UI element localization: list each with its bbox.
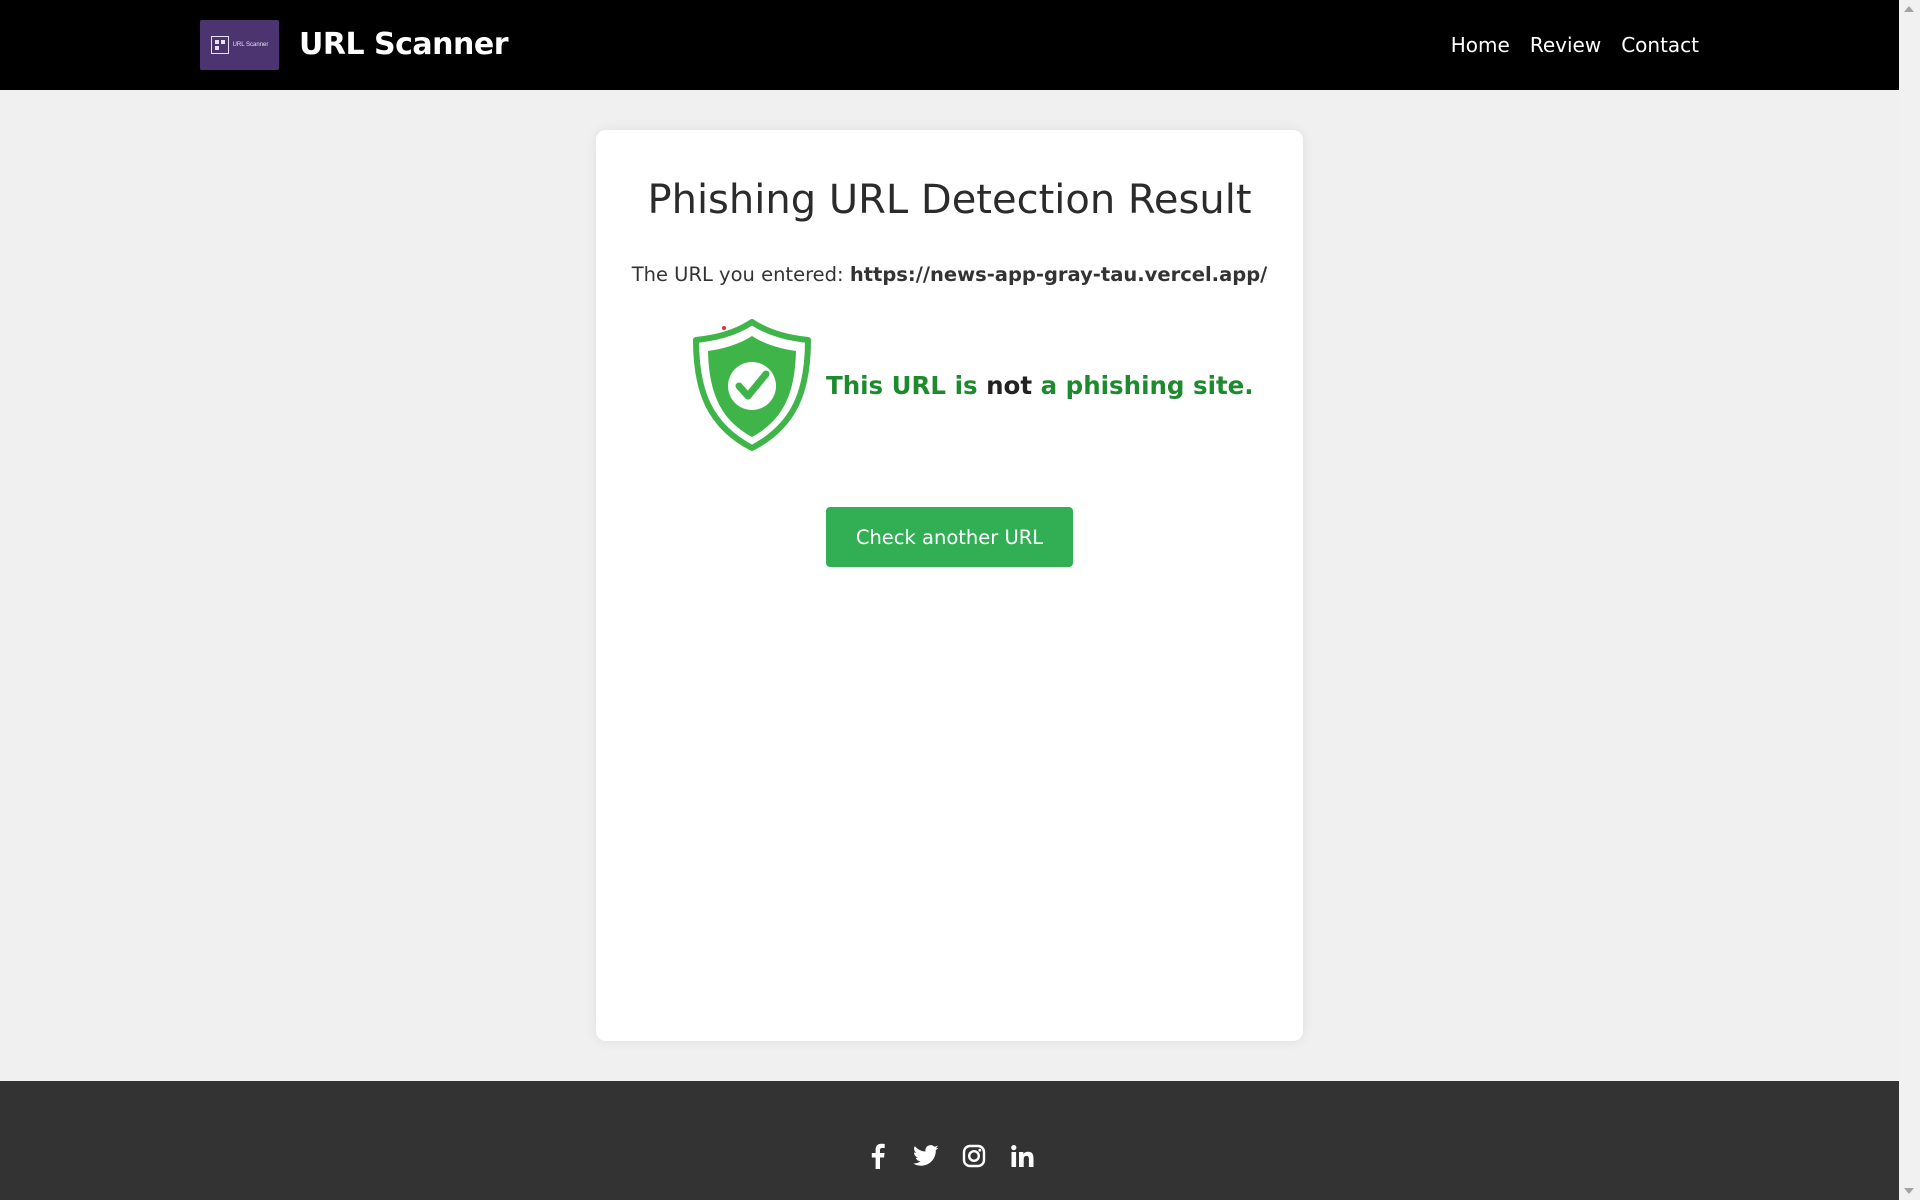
navbar: URL Scanner URL Scanner Home Review Cont… (0, 0, 1899, 90)
nav-link-home[interactable]: Home (1451, 0, 1510, 90)
scroll-up-arrow-icon[interactable] (1904, 6, 1914, 12)
result-message: This URL is not a phishing site. (826, 371, 1254, 400)
facebook-icon[interactable] (865, 1143, 891, 1169)
footer (0, 1081, 1899, 1200)
shield-check-icon (693, 319, 811, 451)
site-logo[interactable]: URL Scanner (200, 20, 279, 70)
social-links (0, 1143, 1899, 1169)
vertical-scrollbar[interactable] (1899, 0, 1920, 1200)
linkedin-icon[interactable] (1009, 1143, 1035, 1169)
page-title: Phishing URL Detection Result (647, 177, 1252, 223)
result-message-part3: a phishing site. (1040, 370, 1254, 400)
qr-code-icon (210, 36, 229, 54)
twitter-icon[interactable] (912, 1143, 939, 1169)
logo-text: URL Scanner (232, 42, 269, 48)
entered-url-line: The URL you entered: https://news-app-gr… (596, 258, 1303, 292)
nav-links: Home Review Contact (1451, 0, 1699, 90)
entered-url-value: https://news-app-gray-tau.vercel.app/ (849, 263, 1268, 286)
entered-url-label: The URL you entered: (631, 263, 844, 286)
result-row: This URL is not a phishing site. (690, 318, 1254, 452)
nav-link-contact[interactable]: Contact (1621, 0, 1699, 90)
check-another-url-button[interactable]: Check another URL (826, 507, 1073, 567)
nav-link-review[interactable]: Review (1530, 0, 1601, 90)
instagram-icon[interactable] (961, 1143, 987, 1169)
scroll-down-arrow-icon[interactable] (1904, 1188, 1914, 1194)
brand-title[interactable]: URL Scanner (299, 22, 509, 68)
result-message-part1: This URL is (826, 370, 978, 400)
result-message-negation: not (986, 370, 1033, 400)
